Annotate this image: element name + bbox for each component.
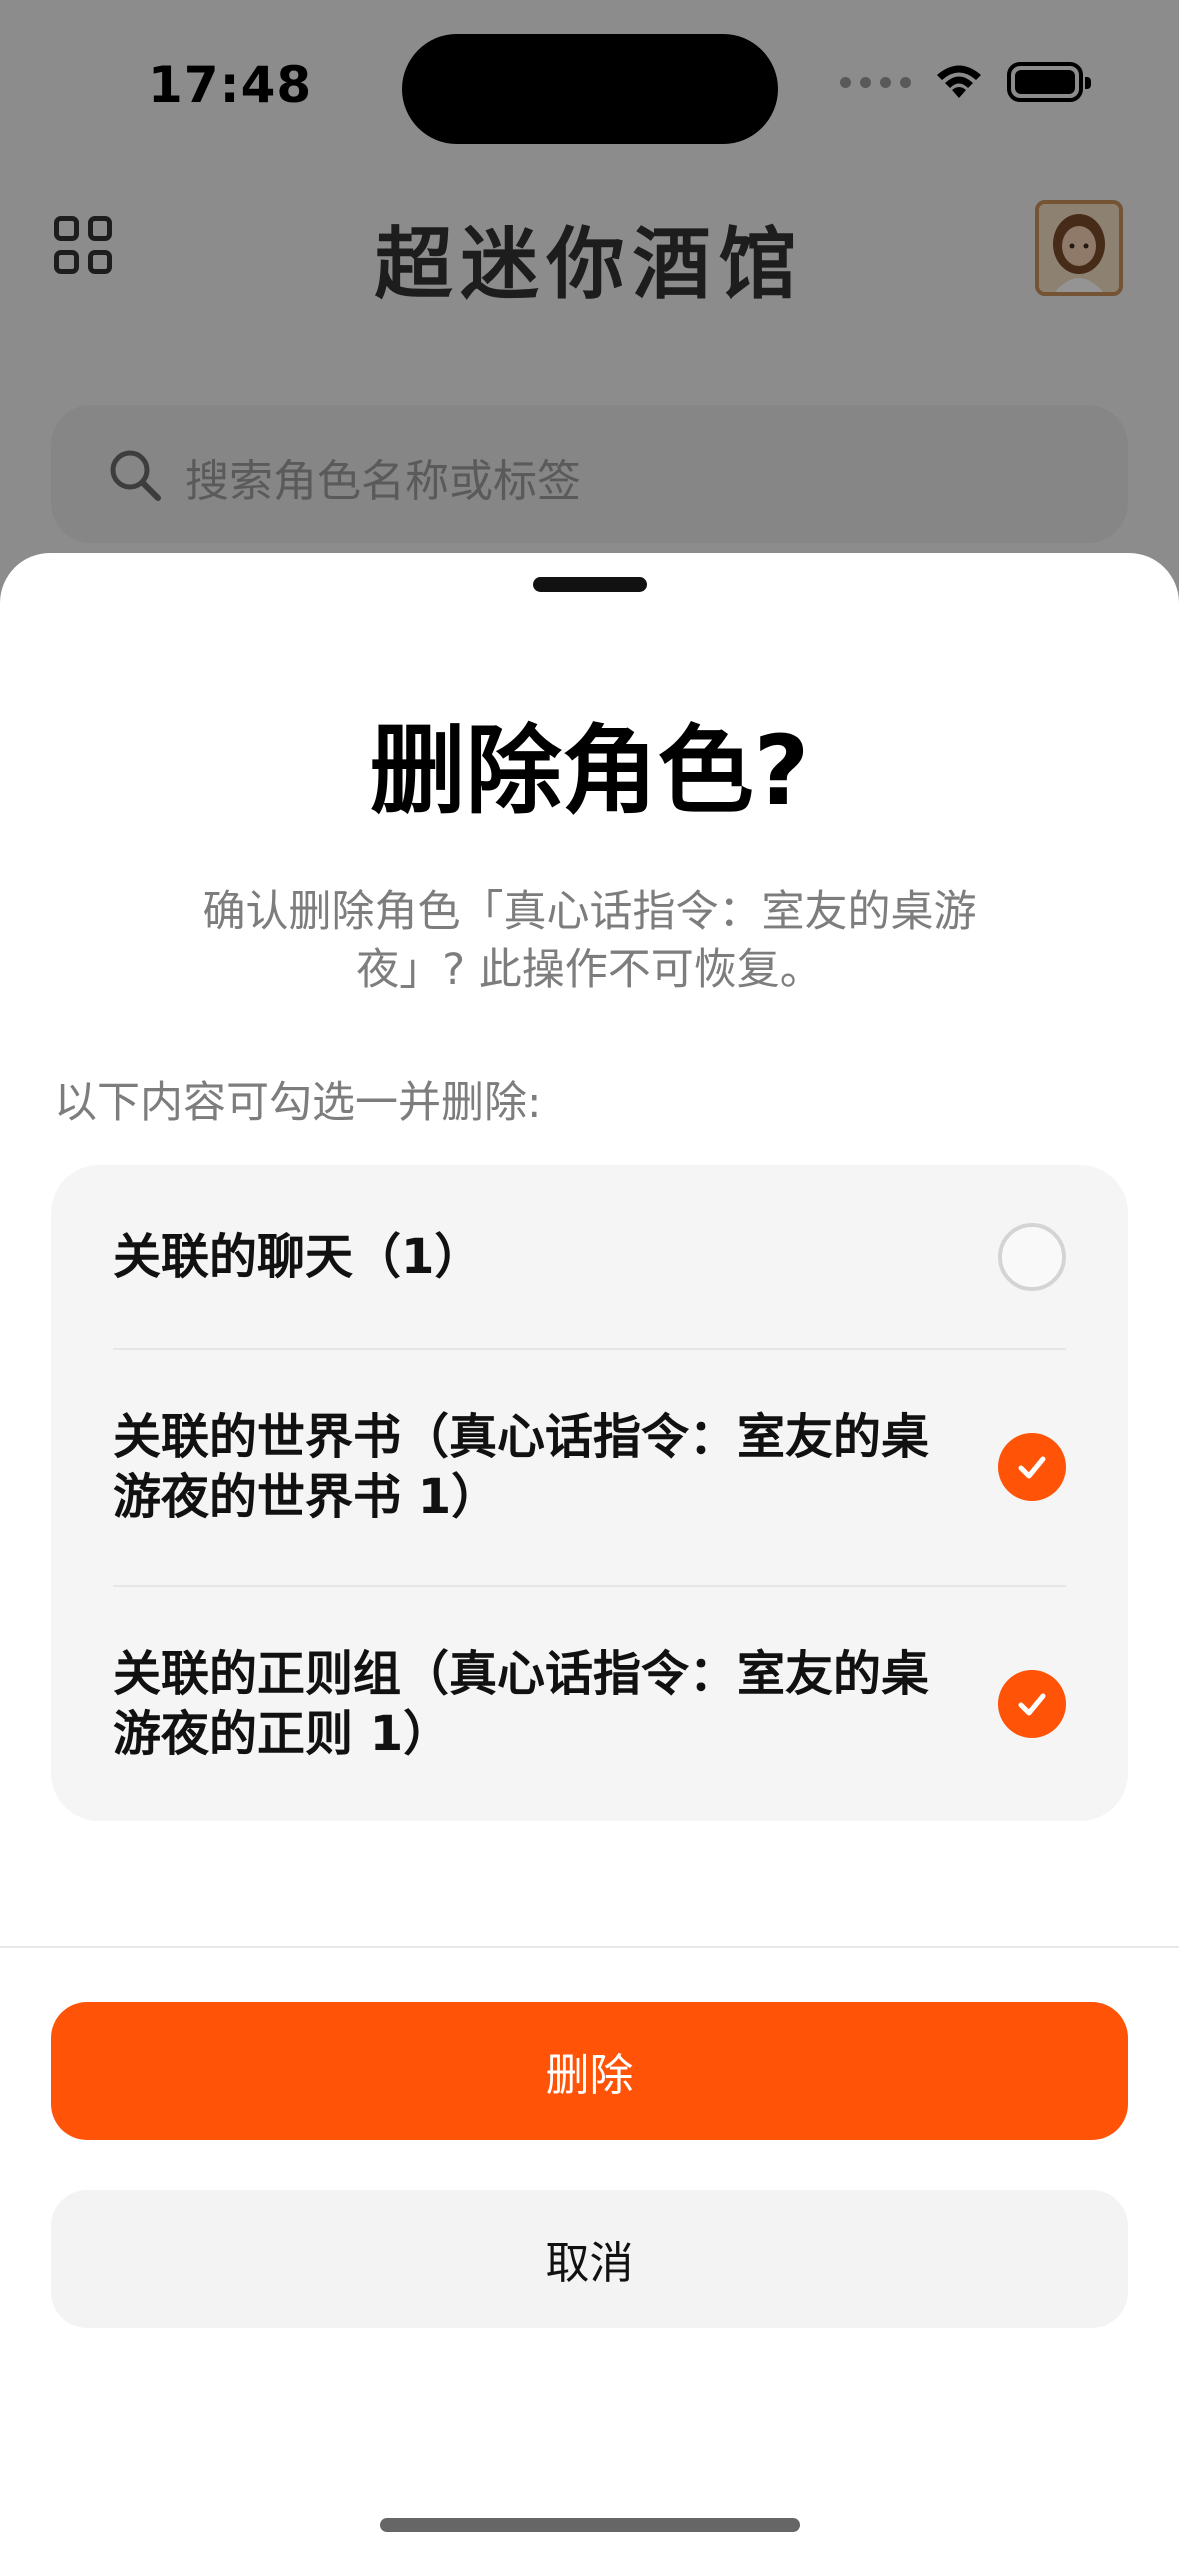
- unchecked-circle-icon[interactable]: [998, 1222, 1066, 1291]
- option-related-worldbook[interactable]: 关联的世界书（真心话指令：室友的桌游夜的世界书 1）: [113, 1349, 1066, 1585]
- dialog-title: 删除角色?: [369, 715, 810, 827]
- option-label: 关联的正则组（真心话指令：室友的桌游夜的正则 1）: [113, 1645, 930, 1762]
- screen: 17:48 超迷你酒馆 搜索角色名称或标签 删除角色? 确认删除角色「真心话指令…: [0, 0, 1179, 2556]
- dialog-message: 确认删除角色「真心话指令：室友的桌游夜」? 此操作不可恢复。: [202, 887, 977, 995]
- delete-button[interactable]: 删除: [51, 2002, 1128, 2140]
- cancel-button[interactable]: 取消: [51, 2190, 1128, 2328]
- checkmark-icon[interactable]: [998, 1669, 1066, 1738]
- options-hint: 以下内容可勾选一并删除:: [54, 1078, 542, 1128]
- delete-options-card: 关联的聊天（1） 关联的世界书（真心话指令：室友的桌游夜的世界书 1） 关联的正…: [51, 1165, 1128, 1821]
- footer-divider: [0, 1946, 1179, 1948]
- home-indicator[interactable]: [380, 2518, 800, 2532]
- option-related-regex-group[interactable]: 关联的正则组（真心话指令：室友的桌游夜的正则 1）: [113, 1586, 1066, 1821]
- option-label: 关联的聊天（1）: [113, 1228, 483, 1285]
- sheet-grabber[interactable]: [533, 577, 647, 592]
- option-label: 关联的世界书（真心话指令：室友的桌游夜的世界书 1）: [113, 1409, 930, 1525]
- option-related-chats[interactable]: 关联的聊天（1）: [113, 1165, 1066, 1348]
- checkmark-icon[interactable]: [998, 1433, 1066, 1501]
- delete-character-sheet: 删除角色? 确认删除角色「真心话指令：室友的桌游夜」? 此操作不可恢复。 以下内…: [0, 553, 1179, 2556]
